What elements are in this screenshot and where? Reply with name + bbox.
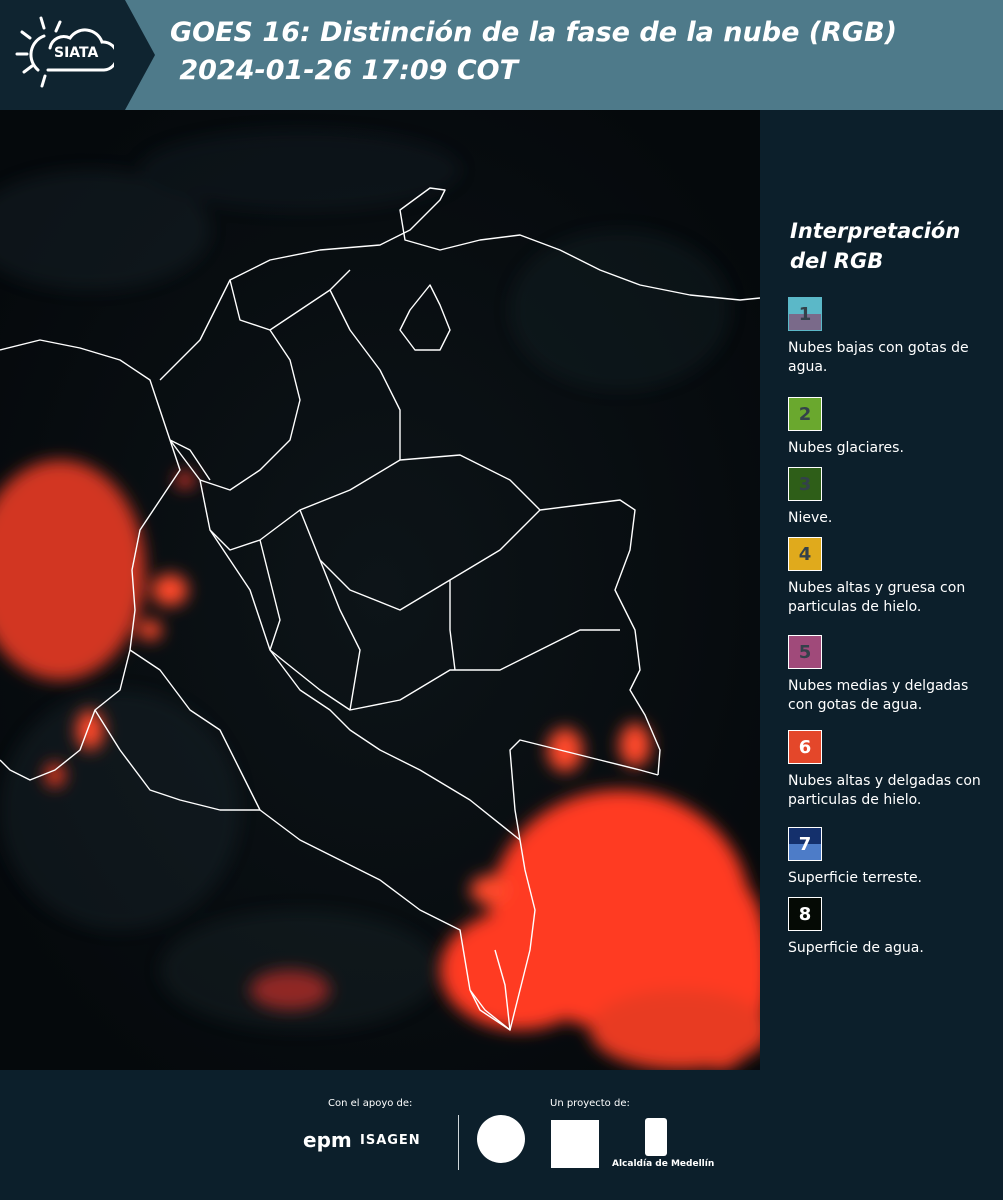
project-label: Un proyecto de: bbox=[550, 1098, 630, 1109]
legend-label: Nubes bajas con gotas de agua. bbox=[788, 340, 969, 375]
university-seal-icon bbox=[477, 1115, 525, 1163]
page-title: GOES 16: Distinción de la fase de la nub… bbox=[170, 14, 897, 90]
legend-item-5: 5 Nubes medias y delgadas con gotas de ag… bbox=[788, 635, 993, 715]
legend-title-line-2: del RGB bbox=[790, 249, 884, 273]
logo-arrow-shape bbox=[125, 0, 155, 110]
alcaldia-label: Alcaldía de Medellín bbox=[612, 1159, 715, 1169]
legend-item-7: 7 Superficie terreste. bbox=[788, 827, 993, 888]
legend-item-4: 4 Nubes altas y gruesa con particulas de … bbox=[788, 537, 993, 617]
siata-logo: SIATA bbox=[0, 0, 125, 110]
legend-swatch: 8 bbox=[788, 897, 822, 931]
legend-label: Nubes altas y delgadas con particulas de… bbox=[788, 773, 981, 808]
epm-logo: epm bbox=[303, 1128, 352, 1152]
legend-item-2: 2 Nubes glaciares. bbox=[788, 397, 993, 458]
legend-swatch: 3 bbox=[788, 467, 822, 501]
legend-title-line-1: Interpretación bbox=[790, 219, 961, 243]
title-line-2: 2024-01-26 17:09 COT bbox=[170, 55, 519, 86]
header-bar: SIATA GOES 16: Distinción de la fase de … bbox=[0, 0, 1003, 110]
legend-number: 6 bbox=[798, 736, 812, 758]
legend-item-6: 6 Nubes altas y delgadas con particulas d… bbox=[788, 730, 993, 810]
legend-label: Superficie de agua. bbox=[788, 940, 924, 956]
map-canvas bbox=[0, 110, 760, 1070]
isagen-logo: ISAGEN bbox=[360, 1133, 421, 1148]
title-line-1: GOES 16: Distinción de la fase de la nub… bbox=[170, 17, 897, 48]
legend-number: 5 bbox=[798, 641, 812, 663]
legend-label: Nubes glaciares. bbox=[788, 440, 904, 456]
legend-number: 1 bbox=[798, 303, 812, 325]
satellite-map bbox=[0, 110, 760, 1070]
legend-label: Superficie terreste. bbox=[788, 870, 923, 886]
legend-item-1: 1 Nubes bajas con gotas de agua. bbox=[788, 297, 993, 377]
legend-number: 2 bbox=[798, 403, 812, 425]
legend-item-3: 3 Nieve. bbox=[788, 467, 993, 528]
legend-swatch: 1 bbox=[788, 297, 822, 331]
legend-label: Nubes altas y gruesa con particulas de h… bbox=[788, 580, 966, 615]
legend-number: 3 bbox=[798, 473, 812, 495]
legend-item-8: 8 Superficie de agua. bbox=[788, 897, 993, 958]
legend-panel: Interpretación del RGB 1 Nubes bajas con … bbox=[760, 110, 1003, 1070]
legend-label: Nubes medias y delgadas con gotas de agu… bbox=[788, 678, 969, 713]
legend-title: Interpretación del RGB bbox=[790, 216, 990, 276]
alcaldia-shield-icon bbox=[645, 1118, 667, 1156]
legend-label: Nieve. bbox=[788, 510, 833, 526]
legend-number: 4 bbox=[798, 543, 812, 565]
legend-number: 7 bbox=[798, 833, 812, 855]
legend-swatch: 7 bbox=[788, 827, 822, 861]
legend-swatch: 5 bbox=[788, 635, 822, 669]
support-label: Con el apoyo de: bbox=[328, 1098, 413, 1109]
area-metropolitana-logo bbox=[551, 1120, 599, 1168]
legend-swatch: 6 bbox=[788, 730, 822, 764]
legend-swatch: 4 bbox=[788, 537, 822, 571]
logo-text: SIATA bbox=[54, 45, 99, 61]
legend-number: 8 bbox=[798, 903, 812, 925]
footer-divider bbox=[458, 1115, 459, 1170]
footer-bar: Con el apoyo de: Un proyecto de: epm ISA… bbox=[0, 1070, 1003, 1200]
legend-swatch: 2 bbox=[788, 397, 822, 431]
